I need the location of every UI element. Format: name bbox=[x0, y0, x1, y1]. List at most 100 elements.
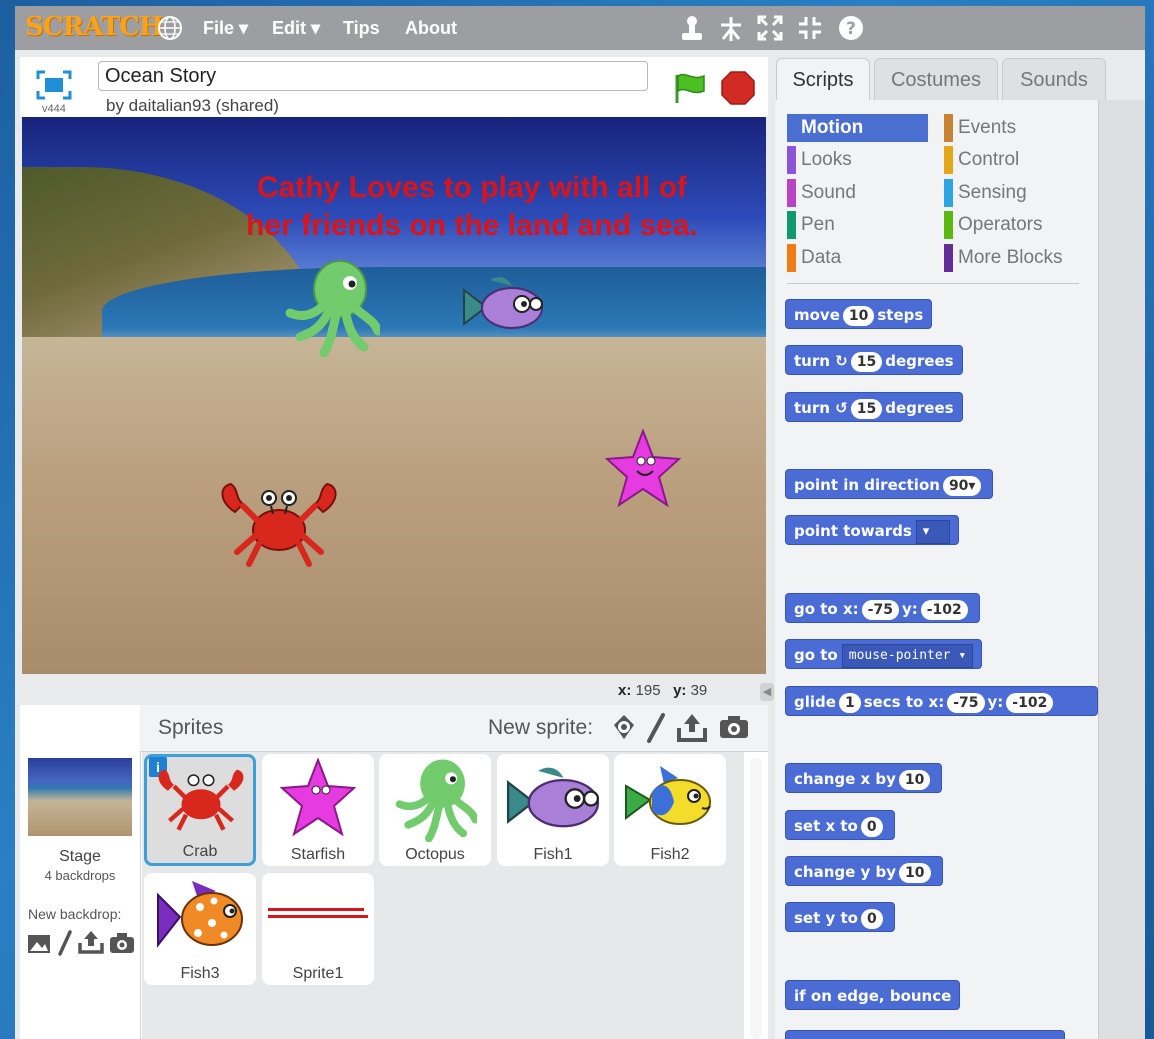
project-byline: by daitalian93 (shared) bbox=[106, 96, 279, 115]
scripts-area[interactable] bbox=[1099, 100, 1145, 1039]
block-set-y[interactable]: set y to 0 bbox=[785, 902, 895, 932]
grow-icon[interactable] bbox=[757, 15, 783, 41]
block-glide[interactable]: glide 1 secs to x: -75 y: -102 bbox=[785, 686, 1098, 716]
menu-bar: SCRATCH File ▾ Edit ▾ Tips About ? bbox=[15, 6, 1145, 50]
block-text: change x by bbox=[794, 770, 896, 788]
x-input[interactable]: -75 bbox=[861, 599, 899, 620]
sprite-name: Fish3 bbox=[180, 965, 220, 982]
block-turn-right[interactable]: turn ↻ 15 degrees bbox=[785, 345, 963, 375]
rotate-counterclockwise-icon: ↺ bbox=[835, 399, 848, 417]
category-label: Pen bbox=[801, 214, 835, 235]
category-sound[interactable]: Sound bbox=[787, 179, 928, 207]
block-set-x[interactable]: set x to 0 bbox=[785, 810, 895, 840]
cut-scissors-icon[interactable] bbox=[717, 15, 745, 43]
category-pen[interactable]: Pen bbox=[787, 211, 928, 239]
shrink-icon[interactable] bbox=[797, 15, 823, 41]
starfish-sprite[interactable] bbox=[605, 429, 681, 509]
block-bounce[interactable]: if on edge, bounce bbox=[785, 980, 961, 1010]
category-label: Operators bbox=[958, 214, 1043, 235]
sprite-list-scrollbar[interactable] bbox=[750, 758, 762, 1039]
block-text: degrees bbox=[885, 399, 954, 417]
fish1-sprite[interactable] bbox=[460, 274, 546, 340]
sprite-tile-octopus[interactable]: Octopus bbox=[379, 754, 491, 866]
project-title-input[interactable] bbox=[98, 61, 648, 91]
x-set-input[interactable]: 0 bbox=[860, 816, 883, 837]
collapse-stage-arrow-icon[interactable]: ◀ bbox=[760, 683, 774, 701]
y-change-input[interactable]: 10 bbox=[899, 862, 931, 883]
block-text: point in direction bbox=[794, 476, 940, 494]
crab-sprite[interactable] bbox=[215, 482, 343, 572]
green-flag-icon[interactable] bbox=[672, 71, 706, 105]
category-events[interactable]: Events bbox=[944, 114, 1084, 142]
category-sensing[interactable]: Sensing bbox=[944, 179, 1084, 207]
x-change-input[interactable]: 10 bbox=[898, 769, 931, 790]
degrees-input[interactable]: 15 bbox=[850, 351, 883, 372]
block-go-to[interactable]: go to mouse-pointer ▾ bbox=[785, 639, 983, 669]
block-text: turn bbox=[794, 352, 830, 370]
goto-target-dropdown[interactable]: mouse-pointer ▾ bbox=[841, 643, 974, 668]
octopus-sprite[interactable] bbox=[280, 257, 380, 357]
scratch-logo[interactable]: SCRATCH bbox=[25, 12, 163, 42]
sprite-tile-starfish[interactable]: Starfish bbox=[262, 754, 374, 866]
tab-sounds[interactable]: Sounds bbox=[1002, 58, 1106, 100]
steps-input[interactable]: 10 bbox=[842, 305, 875, 326]
paint-backdrop-icon[interactable] bbox=[57, 930, 73, 956]
backdrop-library-icon[interactable] bbox=[27, 934, 51, 954]
sprite-tile-fish3[interactable]: Fish3 bbox=[144, 873, 256, 985]
category-looks[interactable]: Looks bbox=[787, 146, 928, 174]
about-menu[interactable]: About bbox=[405, 18, 457, 39]
sprite-tile-fish2[interactable]: Fish2 bbox=[614, 754, 726, 866]
block-turn-left[interactable]: turn ↺ 15 degrees bbox=[785, 392, 963, 422]
x-input[interactable]: -75 bbox=[947, 692, 985, 713]
y-input[interactable]: -102 bbox=[1006, 692, 1054, 713]
block-point-in-direction[interactable]: point in direction 90▾ bbox=[785, 469, 994, 499]
secs-input[interactable]: 1 bbox=[838, 692, 861, 713]
stage-canvas[interactable]: Cathy Loves to play with all of her frie… bbox=[22, 117, 766, 674]
category-color-bar bbox=[787, 179, 796, 207]
edit-menu[interactable]: Edit ▾ bbox=[272, 18, 320, 39]
block-point-towards[interactable]: point towards ▾ bbox=[785, 515, 959, 545]
category-data[interactable]: Data bbox=[787, 244, 928, 272]
tab-costumes[interactable]: Costumes bbox=[874, 58, 998, 100]
category-operators[interactable]: Operators bbox=[944, 211, 1084, 239]
fish2-thumb-icon bbox=[625, 766, 711, 825]
upload-sprite-icon[interactable] bbox=[676, 712, 708, 742]
block-text: if on edge, bounce bbox=[794, 987, 952, 1005]
category-color-bar bbox=[944, 179, 953, 207]
paint-new-sprite-icon[interactable] bbox=[645, 713, 667, 743]
tab-scripts[interactable]: Scripts bbox=[776, 58, 870, 100]
target-dropdown[interactable]: ▾ bbox=[915, 519, 950, 544]
camera-backdrop-icon[interactable] bbox=[109, 932, 135, 954]
block-move-steps[interactable]: move 10 steps bbox=[785, 299, 933, 329]
file-menu[interactable]: File ▾ bbox=[203, 18, 248, 39]
block-text: point towards bbox=[794, 522, 912, 540]
stop-sign-icon[interactable] bbox=[721, 71, 755, 105]
category-color-bar bbox=[944, 244, 953, 272]
fullscreen-icon[interactable] bbox=[36, 70, 72, 100]
globe-icon[interactable] bbox=[157, 15, 183, 41]
sprite-tile-fish1[interactable]: Fish1 bbox=[497, 754, 609, 866]
stage-thumbnail[interactable] bbox=[28, 758, 132, 836]
upload-backdrop-icon[interactable] bbox=[78, 930, 104, 954]
sprites-title: Sprites bbox=[158, 716, 224, 739]
degrees-input[interactable]: 15 bbox=[850, 398, 883, 419]
category-control[interactable]: Control bbox=[944, 146, 1084, 174]
category-label: Events bbox=[958, 117, 1017, 138]
block-change-x[interactable]: change x by 10 bbox=[785, 763, 943, 793]
duplicate-stamp-icon[interactable] bbox=[679, 15, 705, 43]
category-more-blocks[interactable]: More Blocks bbox=[944, 244, 1084, 272]
category-color-bar bbox=[944, 114, 953, 142]
block-change-y[interactable]: change y by 10 bbox=[785, 856, 943, 886]
sprite-tile-sprite1[interactable]: Sprite1 bbox=[262, 873, 374, 985]
category-motion[interactable]: Motion bbox=[787, 114, 928, 142]
tips-menu[interactable]: Tips bbox=[343, 18, 380, 39]
sprite-tile-crab[interactable]: i Crab bbox=[144, 754, 256, 866]
block-partial[interactable] bbox=[785, 1030, 1065, 1039]
help-icon[interactable]: ? bbox=[838, 15, 864, 41]
direction-input[interactable]: 90▾ bbox=[942, 475, 982, 496]
y-input[interactable]: -102 bbox=[920, 599, 968, 620]
y-set-input[interactable]: 0 bbox=[860, 908, 883, 929]
camera-sprite-icon[interactable] bbox=[718, 714, 750, 740]
sprite-library-icon[interactable] bbox=[610, 713, 638, 741]
block-go-to-xy[interactable]: go to x: -75 y: -102 bbox=[785, 593, 980, 623]
